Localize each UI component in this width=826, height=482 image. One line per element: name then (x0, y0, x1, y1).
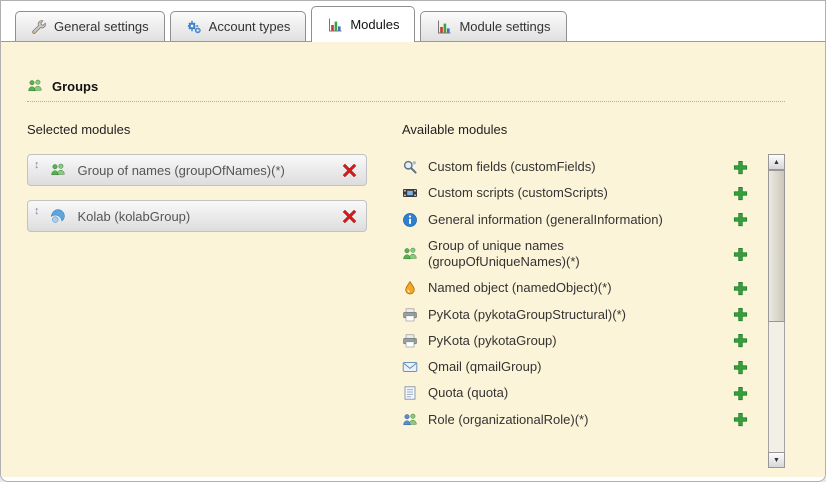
add-module-button[interactable] (733, 247, 748, 262)
chart-icon (436, 19, 452, 35)
selected-module-label: Kolab (kolabGroup) (78, 209, 335, 224)
chart-icon (327, 17, 343, 33)
add-module-button[interactable] (733, 281, 748, 296)
scroll-down-icon: ▼ (773, 457, 780, 464)
remove-module-button[interactable] (342, 163, 357, 178)
available-module-label: Quota (quota) (428, 385, 508, 401)
modules-columns: Selected modules ↕ Group of names (group… (27, 122, 785, 468)
add-icon (733, 186, 748, 201)
named-object-icon (402, 280, 418, 296)
group-icon (50, 162, 66, 178)
available-module-row: Group of unique names (groupOfUniqueName… (402, 233, 758, 276)
available-module-label: General information (generalInformation) (428, 212, 663, 228)
scroll-up-button[interactable]: ▲ (768, 154, 785, 170)
selected-modules-column: Selected modules ↕ Group of names (group… (27, 122, 402, 468)
scroll-down-button[interactable]: ▼ (768, 452, 785, 468)
kolab-icon (50, 208, 66, 224)
groups-icon (27, 78, 43, 94)
available-module-label: PyKota (pykotaGroup) (428, 333, 557, 349)
tab-label: General settings (54, 19, 149, 34)
magnifier-icon (402, 159, 418, 175)
lam-configuration-window: General settings Account types Modules M… (0, 0, 826, 482)
gears-icon (186, 19, 202, 35)
tab-account-types[interactable]: Account types (170, 11, 307, 41)
selected-module-label: Group of names (groupOfNames)(*) (78, 163, 335, 178)
group-icon (402, 246, 418, 262)
add-module-button[interactable] (733, 412, 748, 427)
add-module-button[interactable] (733, 212, 748, 227)
add-icon (733, 307, 748, 322)
tab-label: Modules (350, 17, 399, 32)
delete-icon (342, 209, 357, 224)
selected-modules-heading: Selected modules (27, 122, 402, 137)
add-icon (733, 247, 748, 262)
add-module-button[interactable] (733, 360, 748, 375)
available-module-row: Custom scripts (customScripts) (402, 180, 758, 206)
add-module-button[interactable] (733, 386, 748, 401)
section-title-text: Groups (52, 79, 98, 94)
available-module-row: Qmail (qmailGroup) (402, 354, 758, 380)
available-module-label: Group of unique names (groupOfUniqueName… (428, 238, 663, 271)
scrollbar[interactable]: ▲ ▼ (768, 154, 785, 468)
modules-panel: Groups Selected modules ↕ Group of names… (1, 42, 825, 477)
available-module-row: Named object (namedObject)(*) (402, 275, 758, 301)
remove-module-button[interactable] (342, 209, 357, 224)
printer-icon (402, 307, 418, 323)
available-module-label: Custom fields (customFields) (428, 159, 596, 175)
available-modules-list-wrap: Custom fields (customFields) Custom scri… (402, 154, 785, 468)
add-icon (733, 333, 748, 348)
available-module-label: Named object (namedObject)(*) (428, 280, 612, 296)
available-module-row: Quota (quota) (402, 380, 758, 406)
add-icon (733, 386, 748, 401)
scroll-up-icon: ▲ (773, 159, 780, 166)
scrollbar-thumb[interactable] (768, 170, 785, 322)
tab-bar: General settings Account types Modules M… (1, 1, 825, 42)
tab-general-settings[interactable]: General settings (15, 11, 165, 41)
mail-icon (402, 359, 418, 375)
selected-module-row[interactable]: ↕ Kolab (kolabGroup) (27, 200, 367, 232)
section-header-groups: Groups (27, 78, 785, 102)
drag-handle-icon[interactable]: ↕ (34, 160, 40, 171)
delete-icon (342, 163, 357, 178)
available-module-row: Custom fields (customFields) (402, 154, 758, 180)
add-icon (733, 281, 748, 296)
available-module-row: PyKota (pykotaGroup) (402, 328, 758, 354)
printer-icon (402, 333, 418, 349)
add-icon (733, 212, 748, 227)
wrench-icon (31, 19, 47, 35)
available-module-label: Custom scripts (customScripts) (428, 185, 608, 201)
tab-module-settings[interactable]: Module settings (420, 11, 566, 41)
tab-label: Account types (209, 19, 291, 34)
tab-label: Module settings (459, 19, 550, 34)
quota-icon (402, 385, 418, 401)
add-module-button[interactable] (733, 160, 748, 175)
add-icon (733, 360, 748, 375)
add-module-button[interactable] (733, 307, 748, 322)
add-icon (733, 160, 748, 175)
available-module-label: Qmail (qmailGroup) (428, 359, 541, 375)
available-module-row: General information (generalInformation) (402, 207, 758, 233)
drag-handle-icon[interactable]: ↕ (34, 206, 40, 217)
available-modules-list: Custom fields (customFields) Custom scri… (402, 154, 758, 468)
available-module-row: PyKota (pykotaGroupStructural)(*) (402, 302, 758, 328)
tab-modules[interactable]: Modules (311, 6, 415, 42)
role-icon (402, 412, 418, 428)
selected-module-row[interactable]: ↕ Group of names (groupOfNames)(*) (27, 154, 367, 186)
script-icon (402, 185, 418, 201)
add-module-button[interactable] (733, 186, 748, 201)
available-modules-heading: Available modules (402, 122, 785, 137)
available-modules-column: Available modules Custom fields (customF… (402, 122, 785, 468)
available-module-label: PyKota (pykotaGroupStructural)(*) (428, 307, 626, 323)
available-module-label: Role (organizationalRole)(*) (428, 412, 588, 428)
info-icon (402, 212, 418, 228)
add-module-button[interactable] (733, 333, 748, 348)
add-icon (733, 412, 748, 427)
available-module-row: Role (organizationalRole)(*) (402, 407, 758, 433)
